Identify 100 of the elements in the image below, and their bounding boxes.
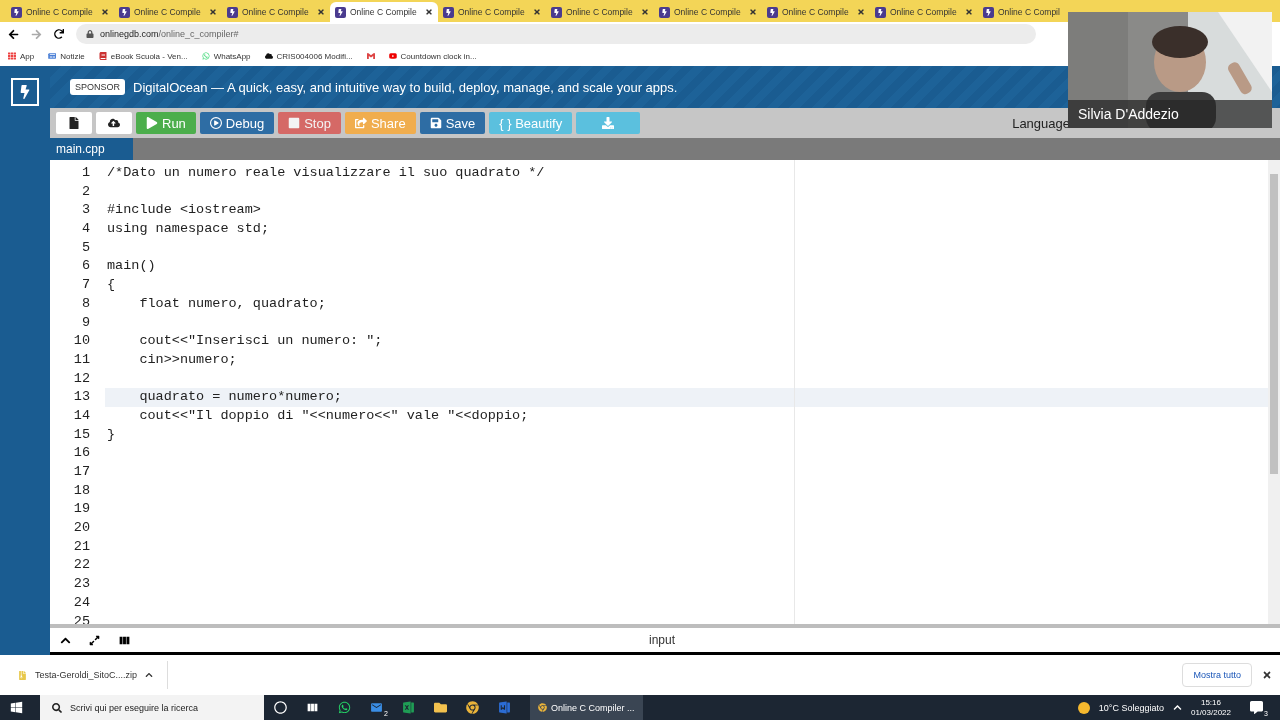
browser-tab[interactable]: Online C Compile [546,2,654,22]
browser-tab[interactable]: Online C Compil [978,2,1067,22]
bookmark[interactable] [366,52,375,60]
close-icon[interactable] [317,8,325,16]
code-line: #include <iostream> [106,201,262,220]
bolt-icon [659,6,670,18]
spreadsheet-icon[interactable] [401,701,415,714]
notification-icon[interactable] [1249,701,1263,714]
document-icon[interactable] [497,701,511,714]
code-line: float numero, quadrato; [138,294,327,313]
windows-icon[interactable] [9,701,23,714]
line-number: 10 [73,332,90,351]
close-icon[interactable] [1262,670,1272,680]
code-line: cout<<"Inserisci un numero: "; [138,332,384,351]
task-view-icon[interactable] [305,701,319,714]
bolt-icon [227,6,238,18]
sun-icon [1077,701,1090,714]
bolt-icon [119,6,130,18]
share-icon [354,117,367,129]
browser-tab[interactable]: Online C Compile [6,2,114,22]
close-icon[interactable] [857,8,865,16]
taskbar-window[interactable]: Online C Compiler ... [530,695,643,720]
input-label: input [649,633,676,647]
expand-icon[interactable] [89,634,100,646]
code-line: /*Dato un numero reale visualizzare il suo quadrato */ [106,164,546,182]
folder-icon[interactable] [433,701,447,714]
save-button[interactable]: Save [419,112,486,134]
close-icon[interactable] [425,8,433,16]
code-line: using namespace std; [106,220,271,239]
back-icon[interactable] [8,28,19,40]
upload-icon [108,117,120,129]
new-button[interactable] [56,112,92,134]
close-icon[interactable] [101,8,109,16]
line-number: 11 [73,350,90,369]
line-number: 1 [81,164,90,182]
bookmark[interactable]: App [8,51,35,61]
chat-icon[interactable] [337,701,351,714]
browser-tab[interactable]: Online C Compile [762,2,870,22]
chat-icon [201,52,210,60]
bolt-icon [983,6,994,18]
show-all-button[interactable]: Mostra tutto [1182,663,1252,687]
close-icon[interactable] [209,8,217,16]
chevron-up-icon[interactable] [145,671,154,679]
download-item[interactable]: Testa-Geroldi_SitoC....zip [18,661,169,689]
close-icon[interactable] [641,8,649,16]
debug-button[interactable]: Debug [199,112,275,134]
close-icon[interactable] [749,8,757,16]
browser-tab[interactable]: Online C Compile [438,2,546,22]
line-number: 17 [73,463,90,481]
bolt-icon [875,6,886,18]
line-number: 14 [73,406,90,425]
grid-icon [8,52,16,60]
address-bar[interactable]: onlinegdb.com/online_c_compiler# [76,24,1036,44]
line-number: 24 [73,593,90,612]
line-number: 25 [73,612,90,624]
search-field[interactable]: Scrivi qui per eseguire la ricerca [40,695,264,720]
browser-tab[interactable]: Online C Compile [330,2,438,22]
file-tab[interactable]: main.cpp [50,138,133,160]
scrollbar[interactable] [1268,160,1280,624]
browser-tab[interactable]: Online C Compile [114,2,222,22]
mail-icon [366,52,375,60]
mail-icon[interactable] [369,701,383,714]
close-icon[interactable] [533,8,541,16]
code-line: } [106,425,117,444]
file-icon [68,117,80,129]
line-number: 18 [73,481,90,500]
browser-tab[interactable]: Online C Compile [870,2,978,22]
upload-button[interactable] [96,112,132,134]
bolt-icon [767,6,778,18]
book-icon [98,52,107,60]
browser-tab[interactable]: Online C Compile [222,2,330,22]
close-icon[interactable] [965,8,973,16]
line-number: 4 [81,220,90,239]
bookmark[interactable]: eBook Scuola - Ven... [98,51,188,61]
language-label: Language [1012,115,1070,131]
browser-icon[interactable] [465,701,479,714]
archive-icon [18,670,27,680]
line-number: 3 [81,201,90,220]
code-line: cin>>numero; [138,350,238,369]
browser-tab[interactable]: Online C Compile [654,2,762,22]
chevron-up-icon[interactable] [1172,703,1182,712]
line-number: 21 [73,537,90,556]
line-number: 5 [81,238,90,257]
bookmark[interactable]: Notizie [48,51,85,61]
search-icon [52,702,62,713]
bookmark[interactable]: CRIS004006 Modifi... [264,51,353,61]
bookmark[interactable]: Countdown clock in... [388,51,477,61]
line-number: 7 [81,276,90,295]
code-line: main() [106,257,157,276]
bolt-icon[interactable] [11,78,39,106]
newspaper-icon [48,52,57,60]
bolt-icon [551,6,562,18]
line-number: 2 [81,182,90,201]
line-number: 20 [73,519,90,538]
reload-icon[interactable] [54,29,64,39]
sponsor-text[interactable]: DigitalOcean — A quick, easy, and intuitive way to build, deploy, manage, and scale your apps. [133,79,678,95]
bookmark[interactable]: WhatsApp [201,51,251,61]
sponsor-badge: SPONSOR [70,79,125,95]
participant-name: Silvia D'Addezio [1068,100,1272,128]
line-number: 23 [73,575,90,594]
